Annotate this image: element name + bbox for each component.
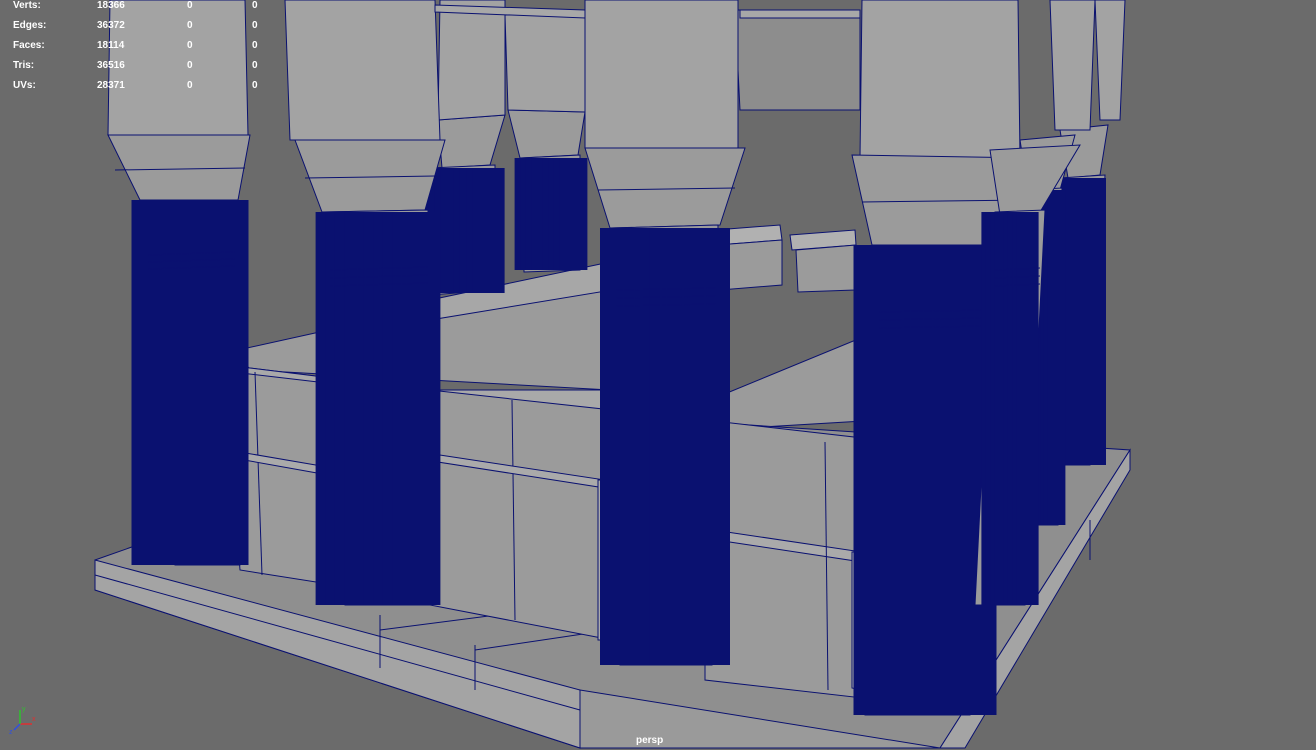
axis-y-label: y — [22, 706, 26, 713]
hud-row-verts: Verts: 18366 0 0 — [0, 0, 270, 18]
column-center — [585, 0, 745, 665]
hud-row-tris: Tris: 36516 0 0 — [0, 60, 270, 78]
hud-value: 28371 — [97, 80, 125, 91]
hud-value: 0 — [187, 60, 193, 71]
hud-row-faces: Faces: 18114 0 0 — [0, 40, 270, 58]
hud-row-uvs: UVs: 28371 0 0 — [0, 80, 270, 98]
hud-value: 0 — [187, 40, 193, 51]
axis-gizmo-icon: x y z — [9, 706, 36, 736]
hud-value: 0 — [187, 80, 193, 91]
hud-value: 0 — [252, 0, 258, 11]
viewport-persp[interactable]: Verts: 18366 0 0 Edges: 36372 0 0 Faces:… — [0, 0, 1316, 750]
hud-label: Verts: — [13, 0, 41, 11]
hud-value: 0 — [252, 80, 258, 91]
hud-value: 36516 — [97, 60, 125, 71]
back-opening — [734, 9, 861, 111]
camera-name-label: persp — [636, 735, 664, 746]
axis-x-label: x — [32, 716, 36, 723]
hud-label: Faces: — [13, 40, 45, 51]
hud-label: Edges: — [13, 20, 47, 31]
hud-value: 0 — [187, 0, 193, 11]
column-back-2 — [505, 14, 585, 272]
hud-label: UVs: — [13, 80, 36, 91]
hud-value: 0 — [252, 40, 258, 51]
hud-value: 0 — [252, 20, 258, 31]
hud-row-edges: Edges: 36372 0 0 — [0, 20, 270, 38]
hud-value: 0 — [252, 60, 258, 71]
hud-value: 0 — [187, 20, 193, 31]
hud-value: 36372 — [97, 20, 125, 31]
poly-count-hud: Verts: 18366 0 0 Edges: 36372 0 0 Faces:… — [0, 0, 270, 100]
temple-model[interactable] — [0, 0, 1316, 750]
hud-value: 18114 — [97, 40, 125, 51]
axis-z-label: z — [9, 729, 13, 736]
hud-label: Tris: — [13, 60, 35, 71]
altar-blocks — [714, 224, 857, 293]
hud-value: 18366 — [97, 0, 125, 11]
column-back-3 — [1060, 125, 1108, 465]
